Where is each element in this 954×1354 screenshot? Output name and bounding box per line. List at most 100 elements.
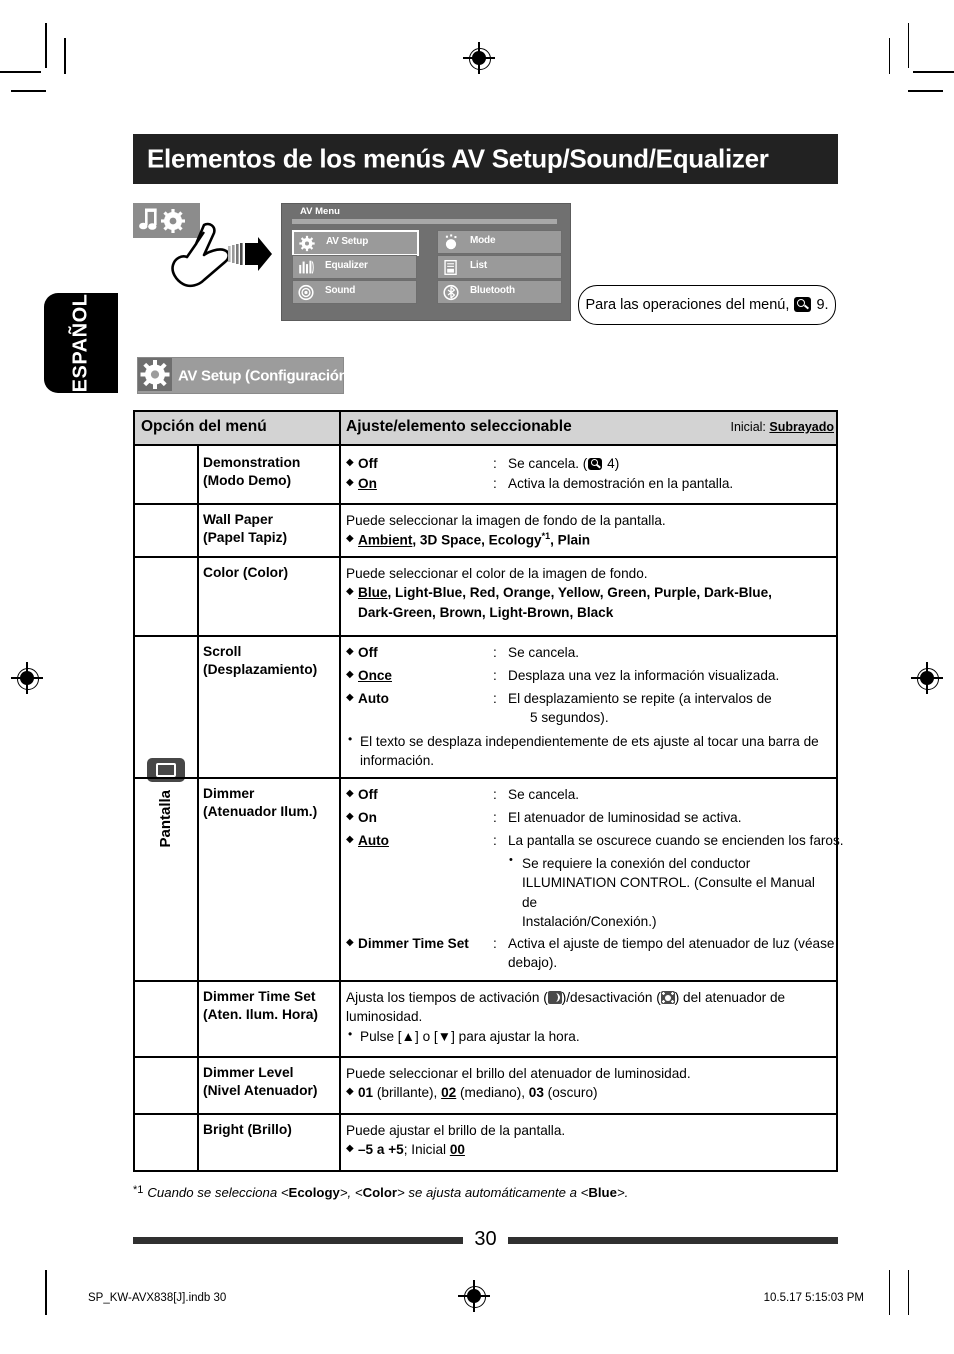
row-name-es: (Modo Demo): [203, 473, 292, 489]
footnote-p2: >, <: [339, 1185, 363, 1200]
gear-icon: [138, 358, 172, 391]
registration-mark-top: [463, 42, 495, 74]
table-rule: [133, 980, 838, 982]
row-label-dimmer-level: Dimmer Level (Nivel Atenuador): [203, 1064, 317, 1101]
option-choices: Ambient, 3D Space, Ecology*1, Plain: [358, 530, 590, 550]
bright-initial-value: 00: [449, 1142, 465, 1158]
desc-part1: Ajusta los tiempos de activación (: [346, 990, 548, 1005]
crop-mark-br-v: [907, 1270, 909, 1315]
option-value: Off: [358, 787, 378, 802]
moon-icon: [547, 991, 562, 1004]
option-desc: Se cancela.: [508, 787, 580, 802]
diamond-bullet-icon: ◆: [346, 833, 354, 845]
crop-mark-tl-v2: [64, 38, 66, 74]
diamond-bullet-icon: ◆: [346, 645, 354, 657]
magnifier-icon: [588, 457, 603, 470]
level-2-note: (mediano),: [456, 1085, 529, 1101]
option-value: Auto: [358, 833, 389, 848]
crop-mark-tr-v2: [888, 38, 890, 74]
row-label-color: Color (Color): [203, 564, 288, 582]
av-menu-button-list[interactable]: List: [437, 255, 562, 279]
option-desc-line2: debajo).: [508, 955, 558, 971]
row-body-bright: Puede ajustar el brillo de la pantalla. …: [346, 1121, 830, 1160]
option-colon: :: [493, 476, 497, 491]
option-subnote: Instalación/Conexión.): [522, 913, 657, 929]
av-menu-button-bluetooth[interactable]: Bluetooth: [437, 280, 562, 304]
diamond-bullet-icon: ◆: [346, 810, 354, 822]
row-name-es: (Aten. Ilum. Hora): [203, 1007, 318, 1023]
option-value: Off: [358, 456, 378, 471]
option-colon: :: [493, 787, 497, 802]
option-value: Once: [358, 668, 392, 683]
option-colon: :: [493, 833, 497, 848]
choices-tail: , Plain: [550, 532, 591, 548]
table-rule: [133, 444, 838, 446]
option-item: ◆ –5 a +5; Inicial 00: [346, 1140, 830, 1160]
initial-value: Subrayado: [769, 420, 834, 434]
bright-range: –5 a +5: [358, 1142, 404, 1158]
registration-mark-bottom: [458, 1280, 490, 1312]
crop-mark-tl-v: [45, 23, 47, 68]
row-name-es: (Desplazamiento): [203, 662, 318, 678]
footnote-b3: Blue: [588, 1185, 617, 1200]
table-header-col1: Opción del menú: [141, 418, 267, 435]
print-filename: SP_KW-AVX838[J].indb 30: [88, 1292, 227, 1304]
option-subnote: ILLUMINATION CONTROL. (Consulte el Manua…: [522, 875, 815, 910]
option-choices: Blue, Light-Blue, Red, Orange, Yellow, G…: [358, 583, 772, 602]
row-body-demonstration: ◆ Off : Se cancela. ( 4) ◆ On : Activa l…: [346, 454, 830, 494]
table-rule: [133, 1170, 838, 1172]
callout-text-before: Para las operaciones del menú,: [585, 297, 790, 313]
av-menu-title: AV Menu: [300, 206, 340, 217]
av-menu-button-label: AV Setup: [326, 236, 369, 247]
table-rule: [133, 410, 838, 412]
mode-icon: [445, 233, 457, 249]
option-item: ◆ Off : Se cancela. ( 4): [346, 454, 830, 474]
desc-part2: )/desactivación (: [561, 990, 661, 1005]
page-title: Elementos de los menús AV Setup/Sound/Eq…: [147, 143, 769, 174]
av-menu-button-av-setup[interactable]: AV Setup: [292, 230, 419, 256]
option-subnote: Se requiere la conexión del conductor: [508, 853, 842, 873]
av-menu-button-label: Mode: [470, 235, 496, 246]
row-note: Pulse [▲] o [▼] para ajustar la hora.: [346, 1026, 830, 1046]
table-rule: [133, 503, 838, 505]
row-label-scroll: Scroll (Desplazamiento): [203, 643, 317, 680]
diamond-bullet-icon: ◆: [346, 456, 354, 468]
other-choices-line2: Dark-Green, Brown, Light-Brown, Black: [358, 605, 614, 621]
row-name-en: Scroll: [203, 644, 242, 659]
language-tab-label: ESPAÑOL: [69, 293, 92, 393]
level-1-note: (brillante),: [373, 1085, 442, 1101]
av-menu-button-label: Sound: [325, 285, 356, 296]
av-menu-button-sound[interactable]: Sound: [292, 280, 417, 304]
option-item: ◆ Once : Desplaza una vez la información…: [346, 666, 830, 689]
option-value: On: [358, 476, 377, 491]
level-3-note: (oscuro): [543, 1085, 598, 1101]
row-name-es: (Nivel Atenuador): [203, 1083, 318, 1099]
row-label-wall-paper: Wall Paper (Papel Tapiz): [203, 511, 287, 548]
option-value: Auto: [358, 691, 389, 706]
crop-mark-tr-h: [913, 71, 954, 73]
row-note-line1: El texto se desplaza independientemente …: [360, 734, 819, 749]
table-rule: [133, 556, 838, 558]
av-menu-button-label: Equalizer: [325, 260, 368, 271]
row-intro-text: Puede ajustar el brillo de la pantalla.: [346, 1123, 566, 1138]
table-border-left: [133, 410, 135, 1170]
level-1-value: 01: [358, 1085, 374, 1101]
equalizer-icon: [299, 260, 314, 274]
row-body-dimmer-level: Puede seleccionar el brillo del atenuado…: [346, 1064, 830, 1103]
row-body-dimmer: ◆ Off : Se cancela. ◆ On : El atenuador …: [346, 785, 844, 977]
level-2-value: 02: [441, 1085, 457, 1101]
crop-mark-tl-h: [0, 71, 41, 73]
av-menu-button-mode[interactable]: Mode: [437, 230, 562, 254]
row-name-en: Dimmer Level: [203, 1065, 294, 1080]
av-menu-screen: AV Menu AV Setup Mode Equalizer List Sou…: [281, 203, 571, 321]
default-choice: Blue: [358, 585, 388, 601]
row-note-line2: información.: [360, 753, 435, 769]
initial-prefix: Inicial:: [730, 420, 766, 434]
callout-text: Para las operaciones del menú, 9.: [579, 297, 835, 313]
row-label-dimmer: Dimmer (Atenuador Ilum.): [203, 785, 317, 822]
av-menu-button-equalizer[interactable]: Equalizer: [292, 255, 417, 279]
option-desc-after: ): [614, 456, 620, 471]
row-name-en: Dimmer: [203, 786, 255, 801]
diamond-bullet-icon: ◆: [346, 533, 354, 545]
option-desc: Activa la demostración en la pantalla.: [508, 476, 734, 491]
